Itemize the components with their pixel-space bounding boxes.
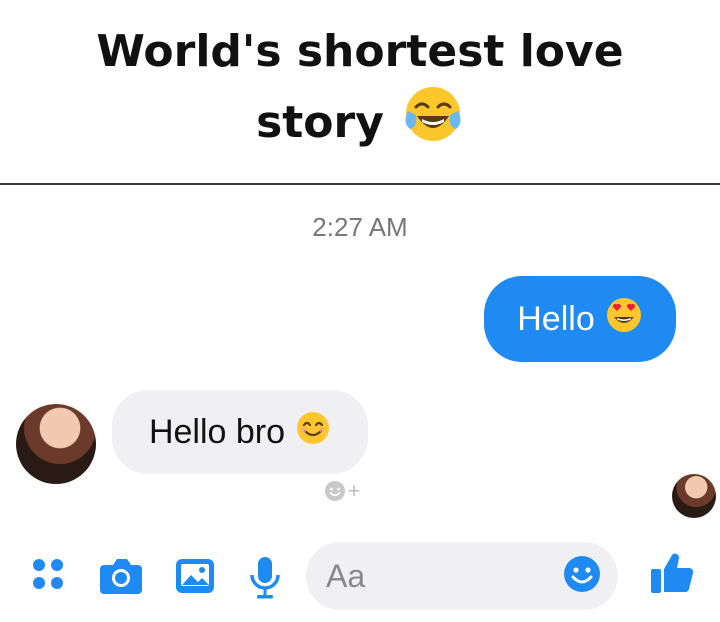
apps-icon[interactable] bbox=[28, 554, 68, 594]
message-timestamp: 2:27 AM bbox=[312, 212, 408, 242]
incoming-message-text: Hello bro bbox=[148, 412, 286, 451]
contact-avatar[interactable] bbox=[16, 404, 96, 484]
meme-caption: World's shortest love story bbox=[0, 0, 720, 183]
add-reaction-button[interactable]: + bbox=[318, 473, 366, 509]
emoji-icon[interactable] bbox=[562, 554, 602, 599]
message-input-placeholder: Aa bbox=[326, 557, 366, 594]
tears-of-joy-emoji-icon bbox=[402, 83, 464, 162]
message-input[interactable]: Aa bbox=[306, 542, 618, 610]
outgoing-message-bubble[interactable]: Hello bbox=[484, 276, 676, 362]
caption-line-2-text: story bbox=[256, 96, 384, 148]
caption-divider bbox=[0, 183, 720, 185]
gallery-icon[interactable] bbox=[172, 554, 218, 598]
read-receipt-avatar bbox=[672, 474, 716, 518]
caption-line-1: World's shortest love bbox=[96, 26, 624, 77]
outgoing-message-text: Hello bbox=[517, 299, 595, 338]
reaction-smiley-icon bbox=[324, 481, 345, 501]
camera-icon[interactable] bbox=[96, 554, 146, 598]
like-icon[interactable] bbox=[648, 550, 696, 596]
add-reaction-plus: + bbox=[347, 478, 361, 503]
incoming-message-bubble[interactable]: Hello bro bbox=[112, 390, 368, 474]
smiling-emoji-icon bbox=[295, 410, 331, 455]
microphone-icon[interactable] bbox=[246, 554, 284, 602]
heart-eyes-emoji-icon bbox=[605, 296, 643, 343]
caption-line-2: story bbox=[256, 83, 464, 162]
